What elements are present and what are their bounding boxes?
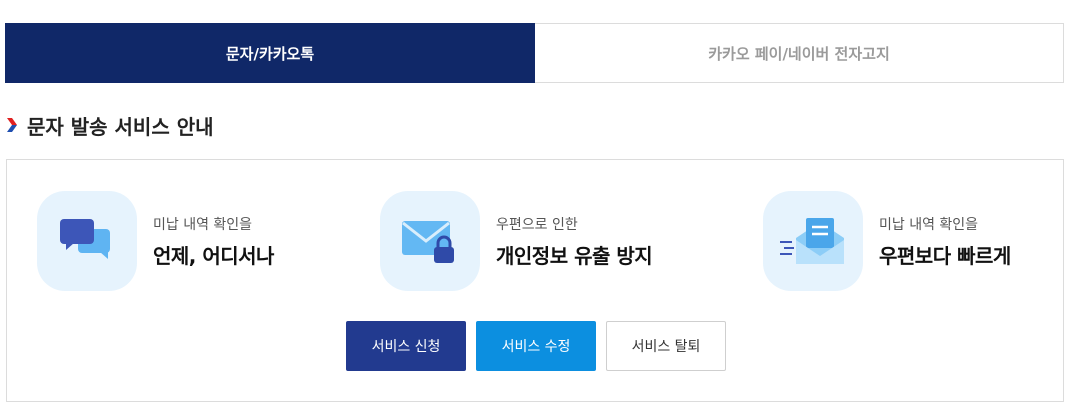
service-action-buttons: 서비스 신청 서비스 수정 서비스 탈퇴 <box>346 321 726 371</box>
service-info-panel: 미납 내역 확인을 언제, 어디서나 우편으로 인한 개인정보 유출 방지 미납… <box>6 159 1064 402</box>
feature-title: 개인정보 유출 방지 <box>496 243 653 268</box>
modify-service-button[interactable]: 서비스 수정 <box>476 321 596 371</box>
feature-title: 언제, 어디서나 <box>153 243 274 268</box>
feature-privacy-protection: 우편으로 인한 개인정보 유출 방지 <box>380 191 653 291</box>
feature-subtitle: 미납 내역 확인을 <box>153 216 253 233</box>
section-heading: 문자 발송 서비스 안내 <box>5 110 214 140</box>
feature-anytime-anywhere: 미납 내역 확인을 언제, 어디서나 <box>37 191 274 291</box>
tab-sms-kakaotalk[interactable]: 문자/카카오톡 <box>5 23 535 83</box>
section-title: 문자 발송 서비스 안내 <box>27 114 214 139</box>
feature-faster-than-mail: 미납 내역 확인을 우편보다 빠르게 <box>763 191 1011 291</box>
locked-envelope-icon <box>380 191 480 291</box>
fast-mail-icon <box>763 191 863 291</box>
withdraw-service-button[interactable]: 서비스 탈퇴 <box>606 321 726 371</box>
tab-bar: 문자/카카오톡 카카오 페이/네이버 전자고지 <box>5 23 1064 83</box>
apply-service-button[interactable]: 서비스 신청 <box>346 321 466 371</box>
feature-subtitle: 미납 내역 확인을 <box>879 216 979 233</box>
tab-kakaopay-naver-e-notice[interactable]: 카카오 페이/네이버 전자고지 <box>535 23 1064 83</box>
feature-title: 우편보다 빠르게 <box>879 243 1011 268</box>
chat-bubbles-icon <box>37 191 137 291</box>
feature-subtitle: 우편으로 인한 <box>496 216 578 233</box>
chevron-right-icon <box>7 118 17 132</box>
